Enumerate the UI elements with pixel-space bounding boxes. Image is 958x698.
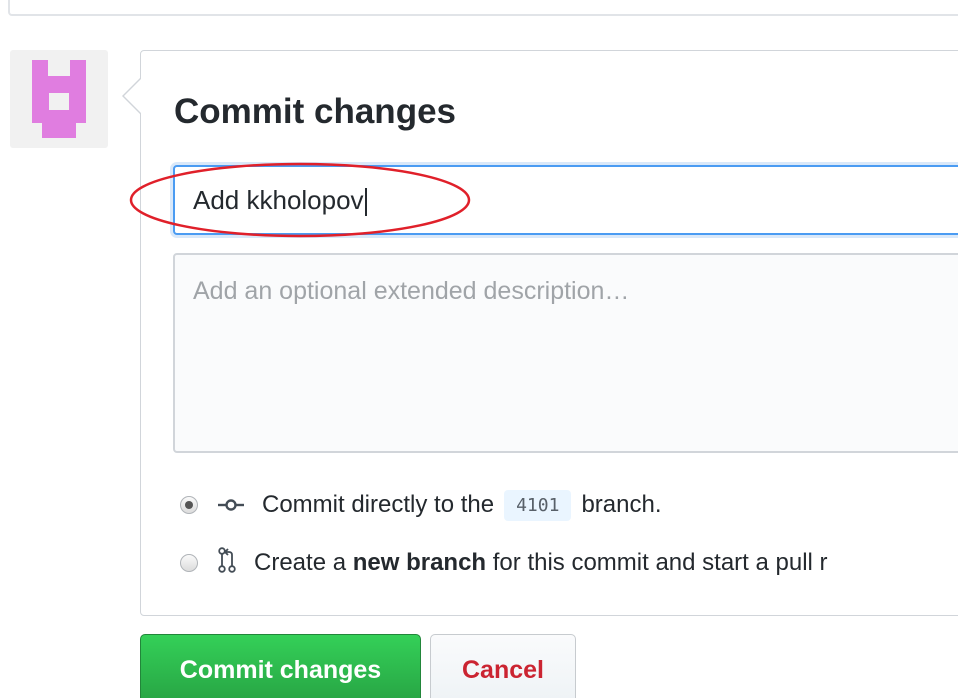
- user-avatar[interactable]: [10, 50, 108, 148]
- option-new-suffix: for this commit and start a pull r: [492, 549, 828, 576]
- option-new-prefix: Create a: [254, 549, 347, 576]
- commit-changes-button[interactable]: Commit changes: [140, 634, 421, 698]
- description-placeholder: Add an optional extended description…: [193, 277, 630, 305]
- speech-caret-fill: [124, 79, 141, 113]
- option-new-bold: new branch: [352, 549, 487, 576]
- cancel-button[interactable]: Cancel: [430, 634, 576, 698]
- commit-page: Commit changes Add kkholopov Add an opti…: [0, 0, 958, 698]
- branch-name-tag: 4101: [504, 489, 572, 521]
- editor-panel-edge: [8, 0, 958, 16]
- identicon-avatar: [32, 60, 86, 138]
- option-commit-direct[interactable]: Commit directly to the 4101 branch.: [180, 488, 662, 522]
- extended-description-textarea[interactable]: Add an optional extended description…: [173, 253, 958, 453]
- option-direct-suffix: branch.: [581, 491, 662, 518]
- option-direct-prefix: Commit directly to the: [262, 491, 495, 518]
- radio-new-branch[interactable]: [180, 554, 198, 572]
- red-annotation-ellipse: [129, 162, 471, 238]
- option-new-branch[interactable]: Create a new branch for this commit and …: [180, 546, 828, 580]
- git-commit-icon: [218, 491, 244, 519]
- radio-commit-direct[interactable]: [180, 496, 198, 514]
- git-pull-request-icon: [218, 546, 236, 580]
- commit-heading: Commit changes: [174, 92, 456, 131]
